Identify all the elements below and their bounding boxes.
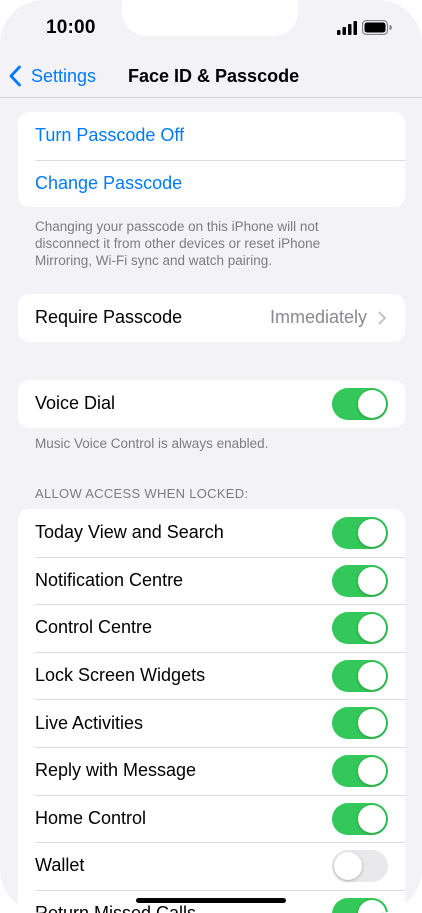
page-title: Face ID & Passcode bbox=[128, 66, 300, 86]
voice-dial-label: Voice Dial bbox=[35, 393, 116, 414]
require-passcode-row[interactable]: Require Passcode Immediately bbox=[18, 294, 405, 342]
voice-dial-toggle[interactable] bbox=[332, 388, 388, 420]
reply-with-message-toggle[interactable] bbox=[332, 754, 388, 787]
voice-dial-footnote: Music Voice Control is always enabled. bbox=[35, 436, 269, 451]
locked-access-group: Today View and Search Notification Centr… bbox=[18, 509, 405, 913]
change-passcode-label: Change Passcode bbox=[35, 172, 183, 193]
status-time: 10:00 bbox=[46, 17, 96, 38]
notification-centre-toggle[interactable] bbox=[332, 564, 388, 597]
toggle-knob bbox=[358, 899, 386, 913]
lock-screen-widgets-row: Lock Screen Widgets bbox=[18, 651, 405, 700]
passcode-group: Turn Passcode Off Change Passcode bbox=[18, 112, 405, 208]
wallet-row: Wallet bbox=[18, 842, 405, 890]
return-missed-calls-toggle[interactable] bbox=[332, 897, 388, 913]
lock-screen-widgets-label: Lock Screen Widgets bbox=[35, 665, 206, 686]
turn-passcode-off-label: Turn Passcode Off bbox=[35, 125, 185, 146]
back-button[interactable]: Settings bbox=[8, 62, 96, 90]
section-header-locked-access: ALLOW ACCESS WHEN LOCKED: bbox=[35, 486, 249, 501]
live-activities-label: Live Activities bbox=[35, 712, 144, 733]
notification-centre-label: Notification Centre bbox=[35, 569, 184, 590]
wallet-label: Wallet bbox=[35, 855, 85, 876]
turn-passcode-off-button[interactable]: Turn Passcode Off bbox=[18, 112, 405, 160]
reply-with-message-row: Reply with Message bbox=[18, 746, 405, 795]
control-centre-toggle[interactable] bbox=[332, 612, 388, 645]
home-control-toggle[interactable] bbox=[332, 802, 388, 835]
passcode-footnote: Changing your passcode on this iPhone wi… bbox=[35, 219, 321, 268]
live-activities-row: Live Activities bbox=[18, 699, 405, 747]
battery-icon bbox=[362, 20, 392, 35]
toggle-knob bbox=[358, 756, 386, 785]
control-centre-row: Control Centre bbox=[18, 604, 405, 652]
live-activities-toggle[interactable] bbox=[332, 707, 388, 740]
cellular-signal-icon bbox=[337, 21, 357, 35]
chevron-left-icon bbox=[9, 65, 21, 87]
toggle-knob bbox=[358, 804, 386, 833]
home-indicator[interactable] bbox=[136, 898, 286, 903]
control-centre-label: Control Centre bbox=[35, 617, 153, 638]
require-passcode-group: Require Passcode Immediately bbox=[18, 294, 405, 342]
toggle-knob bbox=[358, 661, 386, 690]
notification-centre-row: Notification Centre bbox=[18, 556, 405, 605]
navigation-bar: Settings Face ID & Passcode bbox=[0, 54, 422, 98]
home-control-row: Home Control bbox=[18, 794, 405, 843]
status-bar: 10:00 bbox=[0, 0, 422, 54]
today-view-label: Today View and Search bbox=[35, 522, 224, 543]
require-passcode-label: Require Passcode bbox=[35, 307, 183, 328]
voice-dial-group: Voice Dial bbox=[18, 380, 405, 428]
voice-dial-row: Voice Dial bbox=[18, 380, 405, 428]
toggle-knob bbox=[334, 852, 362, 881]
phone-screen: 10:00 Settings Face ID & Passcode Turn P… bbox=[0, 0, 422, 913]
chevron-right-icon bbox=[378, 311, 386, 325]
require-passcode-value: Immediately bbox=[269, 307, 367, 328]
toggle-knob bbox=[358, 709, 386, 738]
change-passcode-button[interactable]: Change Passcode bbox=[18, 159, 405, 208]
home-control-label: Home Control bbox=[35, 807, 147, 828]
dynamic-island-notch bbox=[122, 0, 298, 36]
reply-with-message-label: Reply with Message bbox=[35, 760, 197, 781]
lock-screen-widgets-toggle[interactable] bbox=[332, 659, 388, 692]
toggle-knob bbox=[358, 390, 386, 418]
toggle-knob bbox=[358, 566, 386, 595]
wallet-toggle[interactable] bbox=[332, 850, 388, 883]
today-view-row: Today View and Search bbox=[18, 509, 405, 557]
today-view-toggle[interactable] bbox=[332, 517, 388, 549]
toggle-knob bbox=[358, 614, 386, 643]
toggle-knob bbox=[358, 519, 386, 547]
return-missed-calls-label: Return Missed Calls bbox=[35, 903, 196, 913]
back-button-label: Settings bbox=[31, 65, 97, 86]
